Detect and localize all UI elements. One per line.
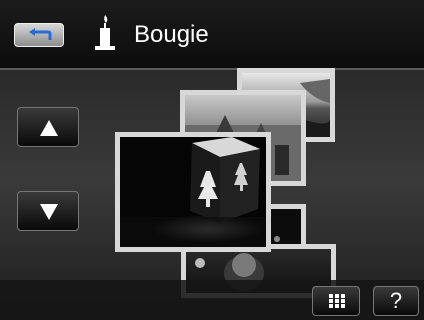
grid-view-button[interactable] <box>312 286 360 316</box>
back-button[interactable] <box>14 23 64 47</box>
grid-icon <box>329 294 345 308</box>
help-label: ? <box>389 288 403 313</box>
scroll-down-button[interactable] <box>17 191 79 231</box>
footer-bar <box>0 280 424 320</box>
scroll-up-button[interactable] <box>17 107 79 147</box>
back-arrow-icon <box>29 28 52 40</box>
header-divider <box>0 68 424 70</box>
candle-lantern-image <box>120 137 266 247</box>
help-button[interactable]: ? <box>373 286 419 316</box>
scene-menu-screen: Bougie ? <box>0 0 424 320</box>
candle-icon <box>95 15 115 50</box>
down-triangle-icon <box>40 204 58 220</box>
up-triangle-icon <box>40 120 58 136</box>
scene-thumbnail-candle-selected[interactable] <box>115 132 271 252</box>
page-title: Bougie <box>134 21 209 48</box>
